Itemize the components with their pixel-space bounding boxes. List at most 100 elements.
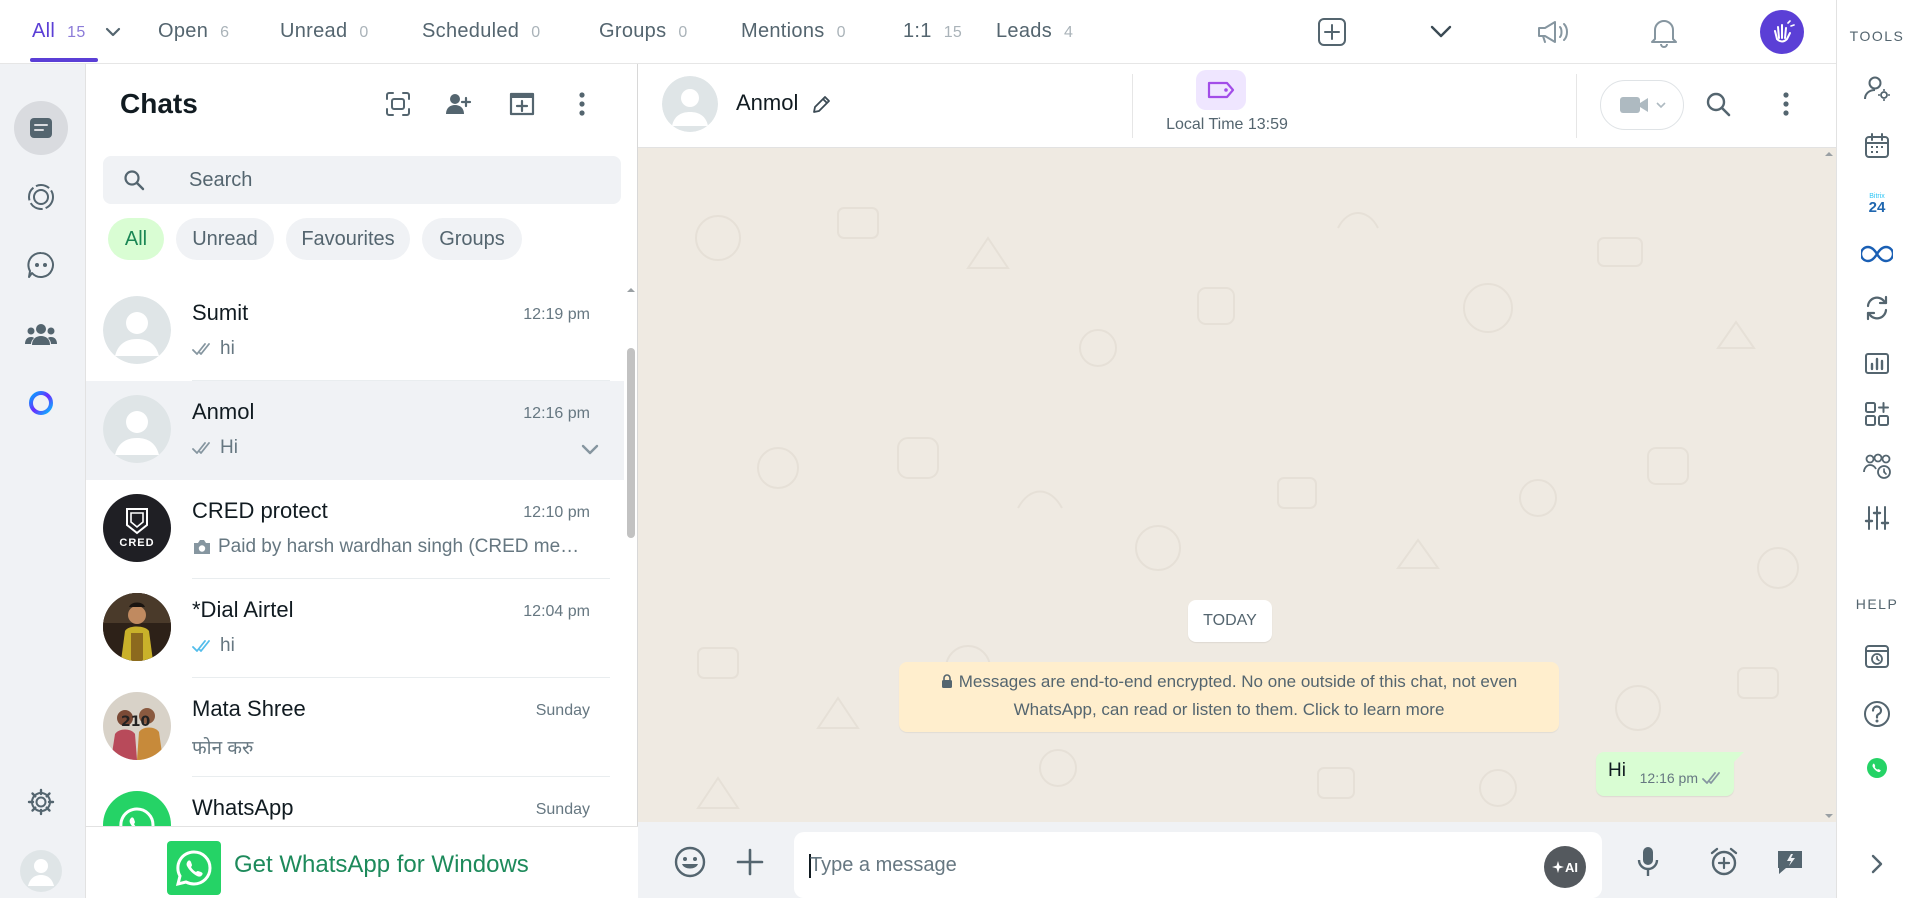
tool-integration[interactable]	[1859, 236, 1895, 272]
scan-button[interactable]	[380, 86, 416, 122]
get-windows-app-banner[interactable]: Get WhatsApp for Windows	[86, 826, 638, 898]
tool-calendar[interactable]	[1859, 128, 1895, 164]
filter-tab-groups[interactable]: Groups 0	[599, 20, 688, 44]
filter-tab-unread[interactable]: Unread 0	[280, 20, 369, 44]
message-text: Hi	[1608, 760, 1626, 781]
tool-contact-info[interactable]	[1859, 70, 1895, 106]
chip-groups[interactable]: Groups	[422, 218, 522, 260]
add-user-icon	[446, 94, 472, 114]
emoji-button[interactable]	[670, 842, 710, 882]
header-divider	[1132, 74, 1133, 138]
conversation-header: Anmol Local Time 13:59	[638, 64, 1836, 148]
avatar: CRED	[103, 494, 171, 562]
help-history[interactable]	[1859, 638, 1895, 674]
avatar	[103, 791, 171, 826]
pencil-icon[interactable]	[810, 94, 832, 116]
nav-chats-button[interactable]	[14, 101, 68, 155]
filter-tab-open[interactable]: Open 6	[158, 20, 229, 44]
collapse-tools-button[interactable]	[1859, 846, 1895, 882]
nav-communities-button[interactable]	[14, 307, 68, 361]
chat-row-dial-airtel[interactable]: *Dial Airtel 12:04 pm hi	[86, 579, 624, 678]
message-input[interactable]	[810, 832, 1510, 898]
tool-add-widget[interactable]	[1859, 396, 1895, 432]
avatar-icon	[20, 850, 62, 892]
more-filters-button[interactable]	[1423, 14, 1459, 50]
chevron-down-icon[interactable]	[103, 22, 123, 42]
nav-meta-ai-button[interactable]	[14, 376, 68, 430]
svg-text:210: 210	[121, 714, 150, 730]
filter-tab-label: Open	[158, 20, 209, 42]
chat-row-anmol[interactable]: Anmol 12:16 pm Hi	[86, 381, 624, 480]
filter-tab-leads[interactable]: Leads 4	[996, 20, 1073, 44]
tool-team-schedule[interactable]	[1859, 448, 1895, 484]
filter-tab-count: 0	[678, 24, 688, 41]
chat-time: 12:19 pm	[523, 306, 590, 323]
chat-row-mata-shree[interactable]: 210 Mata Shree Sunday फोन करु	[86, 678, 624, 777]
header-divider	[1576, 74, 1577, 138]
tool-reports[interactable]	[1859, 344, 1895, 380]
chat-time: 12:16 pm	[523, 405, 590, 422]
question-circle-icon	[1864, 701, 1890, 727]
schedule-message-button[interactable]	[1704, 842, 1744, 882]
more-vertical-icon	[1783, 92, 1789, 116]
search-input[interactable]	[189, 156, 589, 204]
nav-status-button[interactable]	[14, 170, 68, 224]
contact-name[interactable]: Anmol	[736, 90, 798, 116]
chat-row-sumit[interactable]: Sumit 12:19 pm hi	[86, 282, 624, 381]
filter-tab-all[interactable]: All 15	[32, 20, 86, 44]
video-call-button[interactable]	[1600, 80, 1684, 130]
notifications-button[interactable]	[1646, 14, 1682, 50]
chip-all[interactable]: All	[108, 218, 164, 260]
add-contact-button[interactable]	[440, 86, 476, 122]
chat-name: WhatsApp	[192, 795, 294, 820]
message-time: 12:16 pm	[1639, 770, 1698, 786]
communities-icon	[25, 324, 57, 345]
filter-tab-scheduled[interactable]: Scheduled 0	[422, 20, 540, 44]
search-in-chat-button[interactable]	[1700, 86, 1736, 122]
chat-list-scrollbar[interactable]	[624, 286, 636, 826]
nav-settings-button[interactable]	[14, 775, 68, 829]
avatar	[103, 296, 171, 364]
new-item-button[interactable]	[1314, 14, 1350, 50]
filter-tab-count: 0	[836, 24, 846, 41]
tool-sync[interactable]	[1859, 290, 1895, 326]
tag-button[interactable]	[1196, 70, 1246, 110]
scroll-up-icon[interactable]	[625, 286, 637, 294]
scroll-up-icon[interactable]	[1824, 150, 1834, 158]
chat-preview-text: hi	[220, 338, 235, 359]
chevron-down-icon[interactable]	[580, 443, 600, 457]
help-whatsapp-support[interactable]	[1859, 750, 1895, 786]
attach-button[interactable]	[730, 842, 770, 882]
chat-row-cred-protect[interactable]: CRED CRED protect 12:10 pm Paid by harsh…	[86, 480, 624, 579]
outgoing-message[interactable]: Hi 12:16 pm	[1596, 752, 1744, 796]
nav-rail	[0, 64, 86, 898]
chip-unread[interactable]: Unread	[176, 218, 274, 260]
conversation-menu-button[interactable]	[1768, 86, 1804, 122]
tool-bitrix24[interactable]: Bitrix 24	[1859, 186, 1895, 222]
contact-avatar[interactable]	[662, 76, 718, 132]
quick-reply-button[interactable]	[1770, 842, 1810, 882]
filter-tab-one-to-one[interactable]: 1:1 15	[903, 20, 962, 44]
sparkle-icon	[1552, 861, 1564, 873]
double-check-blue-icon	[192, 640, 210, 652]
infinity-link-icon	[1861, 245, 1893, 263]
voice-message-button[interactable]	[1628, 842, 1668, 882]
filter-tab-mentions[interactable]: Mentions 0	[741, 20, 846, 44]
chip-favourites[interactable]: Favourites	[286, 218, 410, 260]
scroll-down-icon[interactable]	[1824, 812, 1834, 820]
encryption-notice-text: Messages are end-to-end encrypted. No on…	[958, 672, 1518, 719]
chat-row-whatsapp[interactable]: WhatsApp Sunday	[86, 777, 624, 826]
help-faq[interactable]	[1859, 696, 1895, 732]
encryption-notice[interactable]: Messages are end-to-end encrypted. No on…	[899, 662, 1559, 732]
broadcast-button[interactable]	[1535, 14, 1571, 50]
ai-assist-button[interactable]: AI	[1544, 846, 1586, 888]
profile-avatar-button[interactable]	[1760, 10, 1804, 54]
nav-profile-button[interactable]	[14, 844, 68, 898]
nav-channels-button[interactable]	[14, 238, 68, 292]
history-icon	[1865, 645, 1889, 668]
new-chat-button[interactable]	[504, 86, 540, 122]
scroll-thumb[interactable]	[627, 348, 635, 538]
contact-photo: 210	[103, 692, 171, 760]
chat-menu-button[interactable]	[564, 86, 600, 122]
tool-adjustments[interactable]	[1859, 500, 1895, 536]
